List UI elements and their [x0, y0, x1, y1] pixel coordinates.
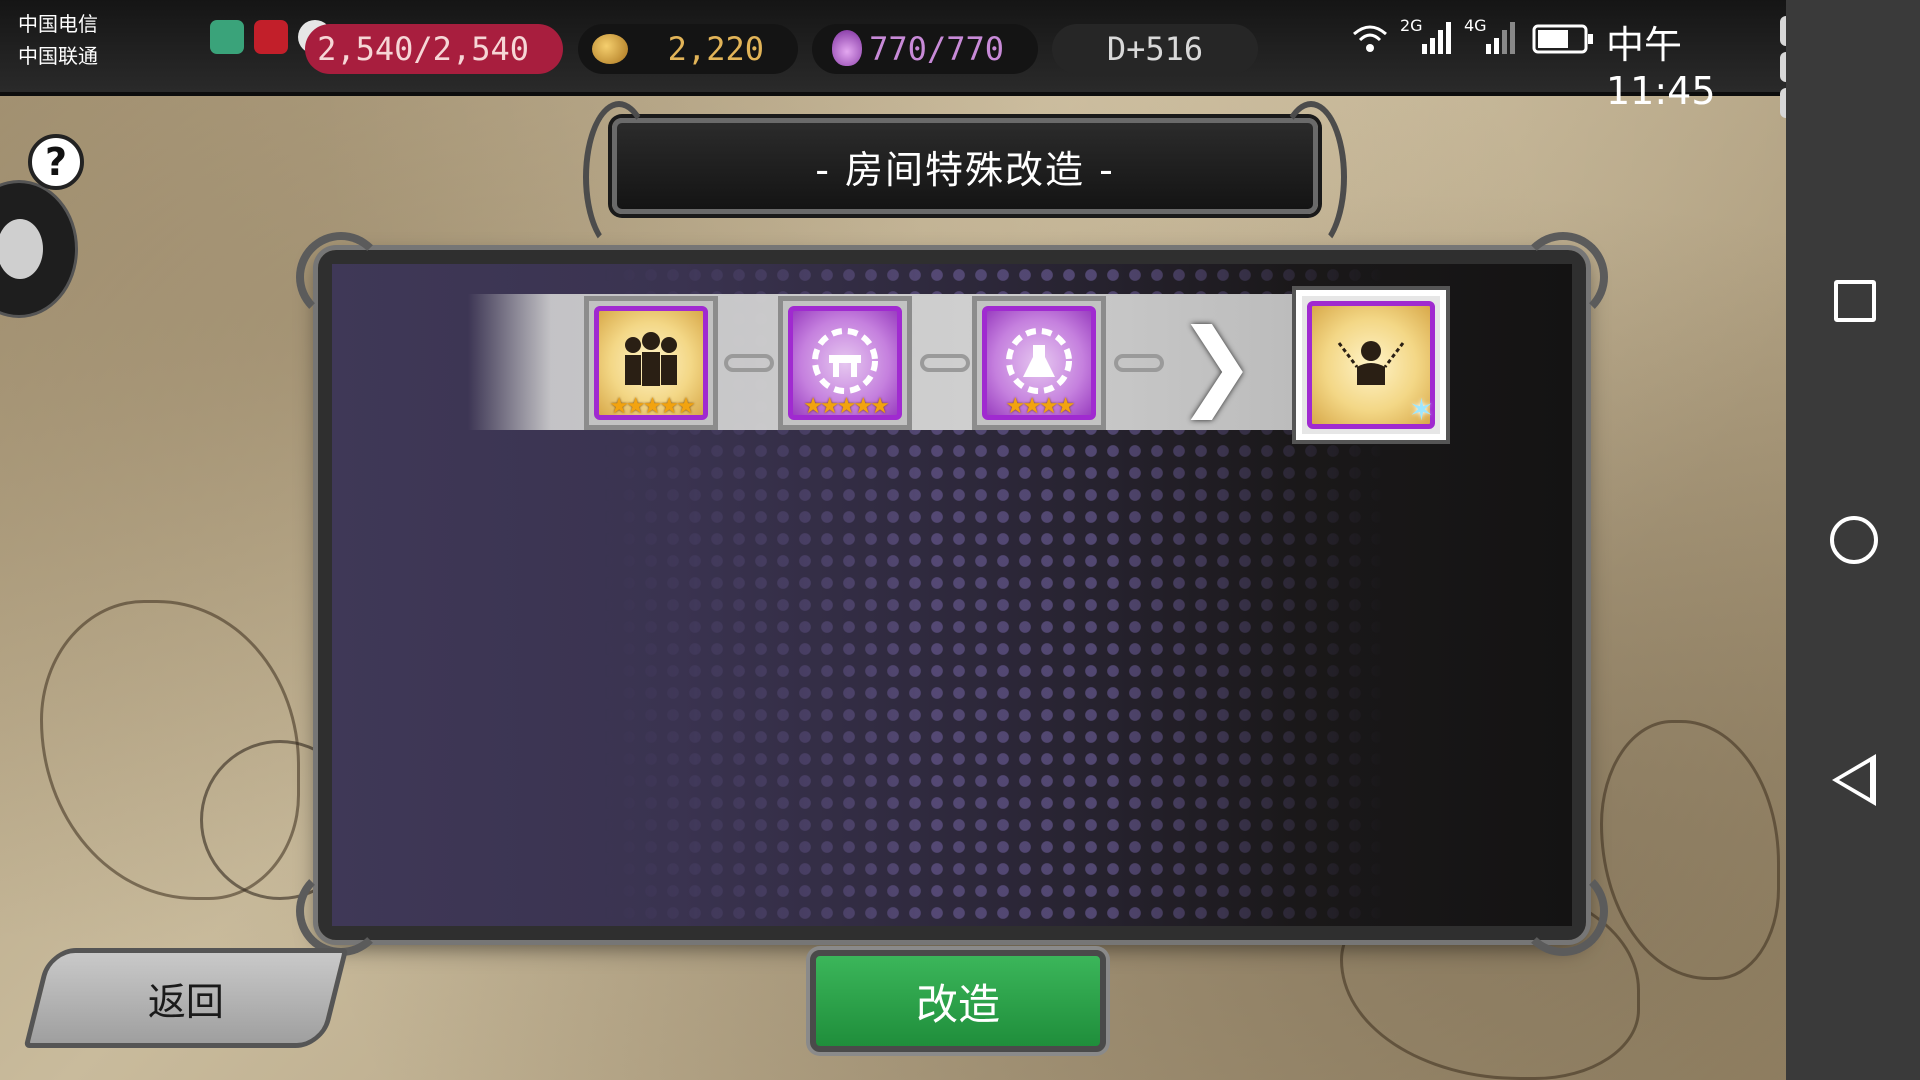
status-bar: 中国电信 中国联通 2,540/2,540 2,220 770/770 D+51…: [0, 0, 1786, 113]
page-title: - 房间特殊改造 -: [815, 147, 1115, 192]
wifi-icon: [1350, 22, 1390, 62]
modify-button[interactable]: 改造: [810, 950, 1106, 1052]
ingredient-slot[interactable]: ★★★★: [972, 296, 1106, 430]
result-slot[interactable]: ✶: [1296, 290, 1446, 440]
ingredient-slot[interactable]: ★★★★★: [584, 296, 718, 430]
title-plaque: - 房间特殊改造 -: [583, 101, 1347, 253]
workbench-gear-icon: [805, 321, 885, 405]
star-rating: ★★★★★: [609, 394, 696, 419]
chain-link: [920, 354, 970, 372]
signal-icon: [1420, 20, 1456, 60]
back-button-label: 返回: [147, 979, 224, 1024]
signal-icon: [1484, 20, 1520, 60]
day-counter: D+516: [1052, 24, 1258, 74]
help-button[interactable]: ?: [28, 134, 84, 190]
chained-prisoner-icon: [1331, 323, 1411, 407]
mana-flame-icon: [832, 30, 862, 66]
star-rating: ★★★★: [1005, 394, 1076, 419]
hp-counter: 2,540/2,540: [305, 24, 563, 74]
map-coast-line: [1600, 720, 1780, 980]
ingredient-card: ★★★★★: [788, 306, 902, 420]
chain-link: [1114, 354, 1164, 372]
gold-coin-icon: [592, 34, 628, 64]
ingredient-slot[interactable]: ★★★★★: [778, 296, 912, 430]
ingredient-card: ★★★★★: [594, 306, 708, 420]
recent-apps-icon[interactable]: [1834, 280, 1876, 322]
frame-corner-ornament: [296, 232, 386, 322]
chain-link: [724, 354, 774, 372]
home-icon[interactable]: [1830, 516, 1878, 564]
frame-corner-ornament: [1518, 232, 1608, 322]
back-arrow-icon[interactable]: [1832, 754, 1876, 806]
result-card: ✶: [1307, 301, 1435, 429]
clock: 中午11:45: [1606, 23, 1716, 113]
laboratory-gear-icon: [999, 321, 1079, 405]
battery-icon: [1532, 24, 1594, 60]
netease-notification-icon: [254, 20, 288, 54]
star-rating: ★★★★★: [803, 394, 890, 419]
prisoner-group-icon: [611, 321, 691, 405]
result-arrow-icon: ❯: [1176, 308, 1257, 420]
carrier-label: 中国联通: [18, 44, 98, 68]
sparkle-icon: ✶: [1408, 393, 1434, 428]
frame-corner-ornament: [296, 866, 386, 956]
back-button[interactable]: 返回: [23, 948, 349, 1048]
carrier-label: 中国电信: [18, 12, 98, 36]
app-notification-icon: [210, 20, 244, 54]
frame-corner-ornament: [1518, 866, 1608, 956]
modify-button-label: 改造: [915, 979, 1000, 1029]
ingredient-card: ★★★★: [982, 306, 1096, 420]
